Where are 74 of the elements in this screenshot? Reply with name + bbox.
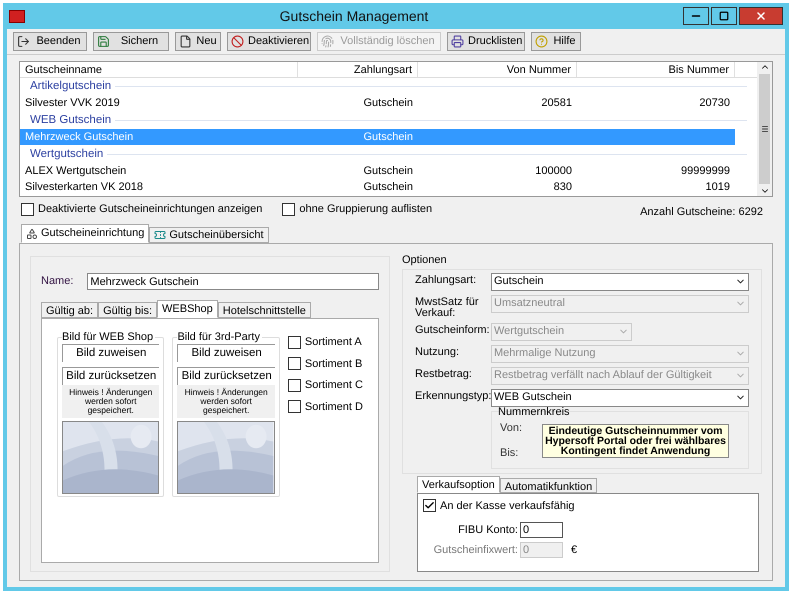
name-label: Name: xyxy=(41,274,74,290)
assign-image-button[interactable]: Bild zuweisen xyxy=(62,344,160,362)
table-cell-text: Gutschein xyxy=(362,130,414,145)
group-title: Optionen xyxy=(402,253,448,268)
toolbar-button[interactable]: Beenden xyxy=(13,32,87,51)
table-cell-text: Mehrzweck Gutschein xyxy=(24,130,134,145)
group-header: Artikelgutschein xyxy=(30,78,112,94)
table-cell-text: 20581 xyxy=(540,96,573,111)
assign-image-button[interactable]: Bild zuweisen xyxy=(177,344,275,362)
group-title: Nummernkreis xyxy=(498,406,570,418)
tab[interactable]: WEBShop xyxy=(157,300,218,318)
table-cell-text: Silvesterkarten VK 2018 xyxy=(24,180,144,195)
note: Hinweis ! Änderungen werden sofort gespeichert. xyxy=(62,385,160,418)
window-title: Gutschein Management xyxy=(278,6,430,26)
group-title: Bild für 3rd-Party xyxy=(177,331,262,343)
field-label: Nutzung: xyxy=(415,344,460,358)
note: Hinweis ! Änderungen werden sofort gespeichert. xyxy=(177,385,275,418)
reset-image-button[interactable]: Bild zurücksetzen xyxy=(62,367,160,385)
toolbar-button[interactable]: Deaktivieren xyxy=(227,32,311,51)
column-header[interactable]: Zahlungsart xyxy=(298,62,418,77)
table-cell-text: Silvester VVK 2019 xyxy=(24,96,121,111)
field-label: Zahlungsart: xyxy=(415,272,478,286)
checkbox-label: Deaktivierte Gutscheineinrichtungen anzeigen xyxy=(38,202,262,217)
tab[interactable]: Automatikfunktion xyxy=(500,478,598,492)
group-header: WEB Gutschein xyxy=(30,112,112,128)
field-label: Restbetrag: xyxy=(415,366,473,380)
group-title: Bild für WEB Shop xyxy=(62,331,156,343)
currency-label: € xyxy=(571,542,578,558)
toolbar-button[interactable]: Drucklisten xyxy=(447,32,525,51)
field-label: FIBU Konto: xyxy=(457,523,518,538)
table-cell-text: Gutschein xyxy=(362,164,414,179)
table-row[interactable]: Silvester VVK 2019 Gutschein 20581 20730 xyxy=(20,95,735,111)
from-label: Von: xyxy=(500,420,522,436)
checkbox-label: An der Kasse verkaufsfähig xyxy=(440,498,575,514)
reset-image-button[interactable]: Bild zurücksetzen xyxy=(177,367,275,385)
tab[interactable]: Gültig ab: xyxy=(41,302,98,318)
checkbox-label: Sortiment C xyxy=(304,378,363,393)
tab[interactable]: Gutscheineinrichtung xyxy=(21,224,150,243)
table-cell-text: 100000 xyxy=(534,164,573,179)
tab[interactable]: Gutscheinübersicht xyxy=(149,227,269,243)
checkbox-label: ohne Gruppierung auflisten xyxy=(299,202,432,217)
table-cell-text: ALEX Wertgutschein xyxy=(24,164,128,179)
dropdown[interactable]: WEB Gutschein xyxy=(491,388,749,406)
toolbar-button[interactable]: Hilfe xyxy=(531,32,581,51)
toolbar-button[interactable]: Neu xyxy=(175,32,221,51)
table-row[interactable]: ALEX Wertgutschein Gutschein 100000 99999999 xyxy=(20,163,735,179)
table-cell-text: 20730 xyxy=(698,96,731,111)
checkbox-label: Sortiment D xyxy=(304,400,363,414)
account-field[interactable]: 0 xyxy=(520,522,563,538)
tab[interactable]: Hotelschnittstelle xyxy=(218,302,311,318)
info-note: Eindeutige Gutscheinnummer vom Hypersoft Portal oder frei wählbares Kontingent findet Anwendung xyxy=(542,424,730,458)
dropdown[interactable]: Gutschein xyxy=(491,272,749,290)
voucher-count: Anzahl Gutscheine: 6292 xyxy=(640,204,763,220)
table-cell-text: 99999999 xyxy=(680,164,731,179)
field-label: MwstSatz für Verkauf: xyxy=(415,294,480,318)
field-label: Erkennungstyp: xyxy=(415,388,491,402)
field-label: Gutscheinfixwert: xyxy=(432,542,518,558)
tab[interactable]: Verkaufsoption xyxy=(417,476,500,492)
to-label: Bis: xyxy=(500,446,520,461)
tab[interactable]: Gültig bis: xyxy=(98,302,158,318)
group-header: Wertgutschein xyxy=(30,146,104,162)
table-cell-text: Gutschein xyxy=(362,96,414,111)
table-cell-text: 1019 xyxy=(704,180,731,195)
table-row[interactable]: Silvesterkarten VK 2018 Gutschein 830 1019 xyxy=(20,179,735,195)
checkbox-label: Sortiment B xyxy=(304,356,362,372)
column-header[interactable]: Gutscheinname xyxy=(20,62,298,77)
table-cell-text: Gutschein xyxy=(362,180,414,195)
checkbox-label: Sortiment A xyxy=(304,335,362,350)
column-header[interactable]: Von Nummer xyxy=(418,62,577,77)
table-cell-text: 830 xyxy=(552,180,573,195)
name-field[interactable]: Mehrzweck Gutschein xyxy=(87,273,379,290)
toolbar-button[interactable]: Sichern xyxy=(93,32,169,51)
column-header[interactable]: Bis Nummer xyxy=(577,62,735,77)
field-label: Gutscheinform: xyxy=(415,322,491,336)
